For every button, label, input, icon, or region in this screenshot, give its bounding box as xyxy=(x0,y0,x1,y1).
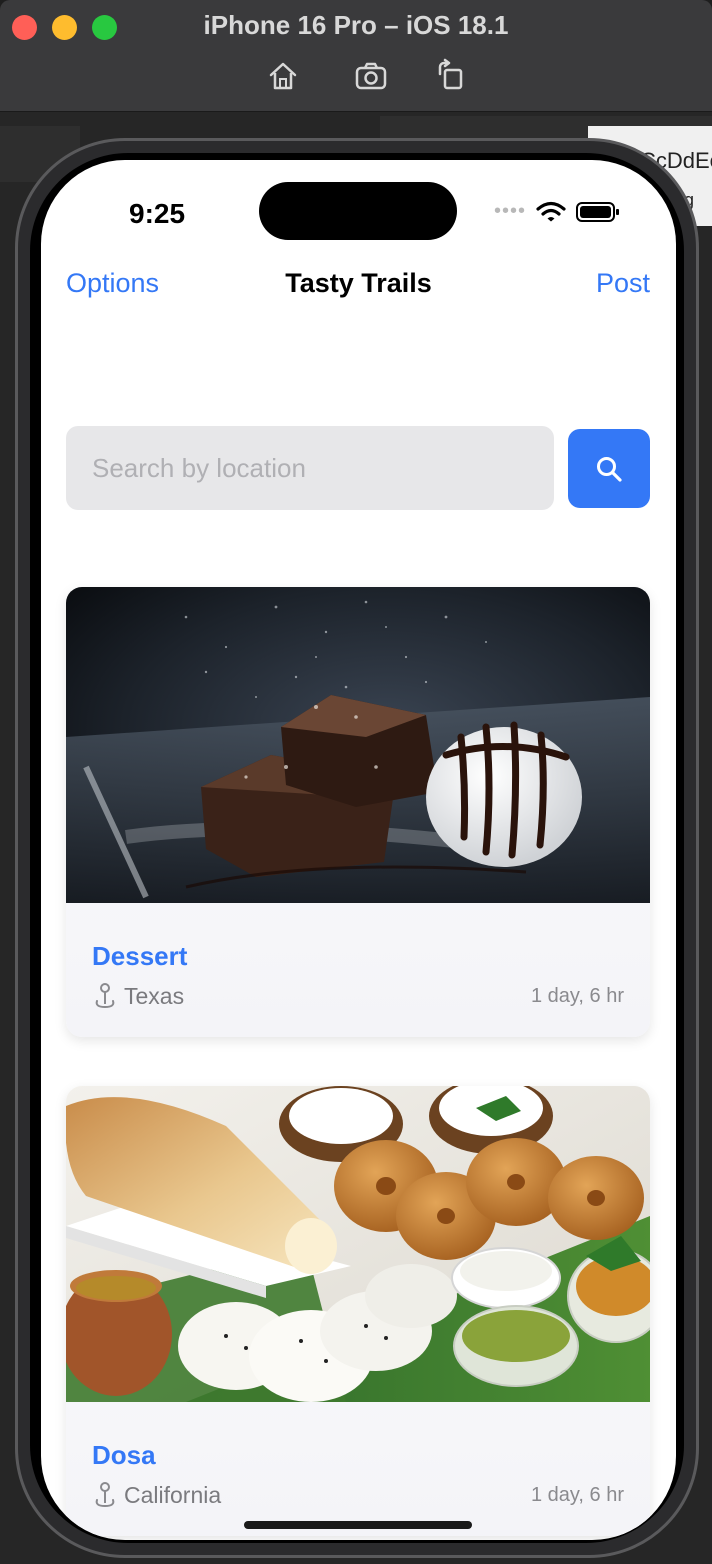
post-card[interactable]: Dessert Texas 1 day, 6 hr xyxy=(66,587,650,1037)
simulator-title: iPhone 16 Pro – iOS 18.1 xyxy=(203,10,509,40)
post-image-dosa xyxy=(66,1086,650,1402)
search-input[interactable] xyxy=(66,426,554,510)
post-time: 1 day, 6 hr xyxy=(530,985,624,1007)
page-title: Tasty Trails xyxy=(285,268,432,298)
search-button[interactable] xyxy=(568,429,650,508)
search-icon xyxy=(597,456,622,482)
post-time: 1 day, 6 hr xyxy=(530,1484,624,1506)
post-image-dessert xyxy=(66,587,650,903)
post-location: California xyxy=(92,1481,221,1509)
status-time: 9:25 xyxy=(129,198,186,229)
home-indicator[interactable] xyxy=(244,1521,472,1529)
post-location-text: California xyxy=(124,1481,222,1508)
location-pin-icon xyxy=(95,1482,115,1508)
post-title: Dessert xyxy=(92,941,188,971)
rotate-icon[interactable] xyxy=(433,58,469,94)
dynamic-island xyxy=(259,182,457,240)
screenshot-icon[interactable] xyxy=(353,58,389,94)
status-icons: •••• xyxy=(494,200,620,223)
post-button[interactable]: Post xyxy=(596,268,650,299)
home-icon[interactable] xyxy=(265,58,301,94)
location-pin-icon xyxy=(95,983,115,1009)
post-location-text: Texas xyxy=(124,982,185,1009)
post-location: Texas xyxy=(92,982,184,1010)
app-screen: 9:25 •••• Options Tasty Trails Post Sear… xyxy=(41,160,676,1540)
wifi-icon xyxy=(536,201,566,221)
simulator-titlebar: iPhone 16 Pro – iOS 18.1 xyxy=(0,0,712,112)
post-title: Dosa xyxy=(92,1440,156,1470)
battery-icon xyxy=(576,201,619,222)
signal-dots-icon: •••• xyxy=(493,200,526,222)
post-card[interactable]: Dosa California 1 day, 6 hr xyxy=(66,1086,650,1536)
